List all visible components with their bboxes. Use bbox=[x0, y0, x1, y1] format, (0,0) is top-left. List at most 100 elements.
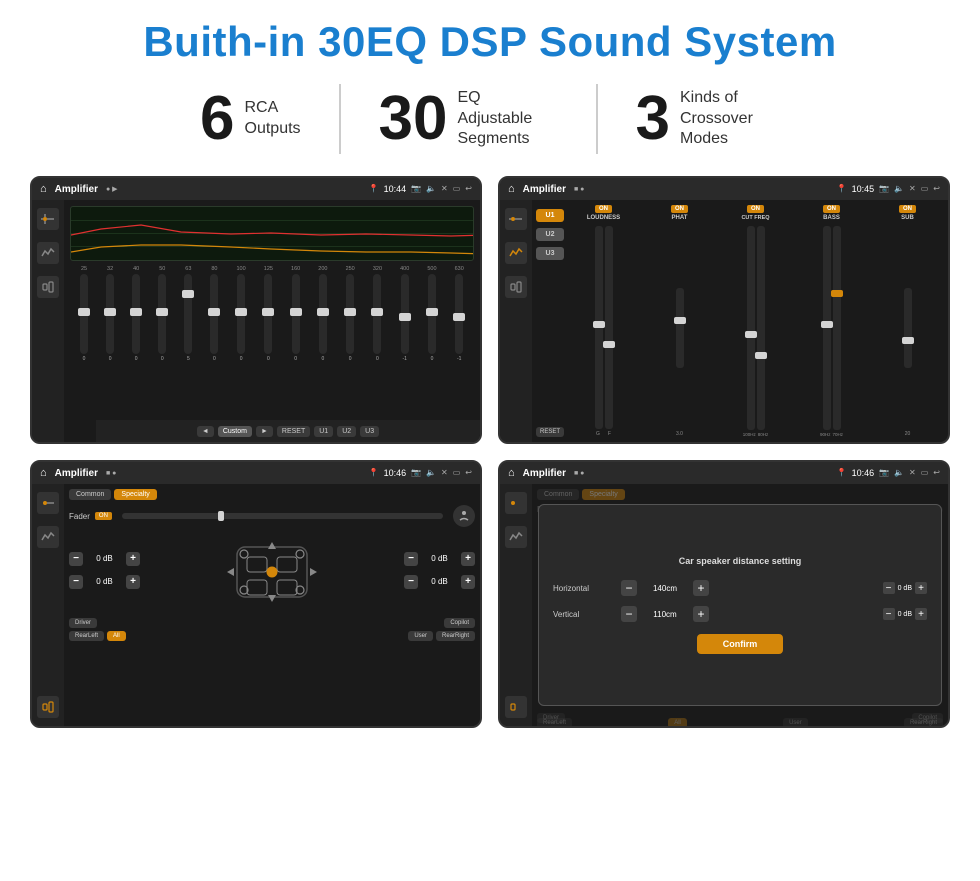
confirm-button[interactable]: Confirm bbox=[697, 634, 784, 654]
cutfreq-slider-f[interactable] bbox=[747, 226, 755, 430]
dist-rearright-btn[interactable]: RearRight bbox=[904, 718, 943, 728]
dist-rearleft-btn[interactable]: RearLeft bbox=[537, 718, 572, 728]
left-vol1-plus[interactable]: + bbox=[126, 552, 140, 566]
eq-u2-btn[interactable]: U2 bbox=[337, 426, 356, 437]
eq-thumb-100[interactable] bbox=[235, 308, 247, 316]
fader-driver-btn[interactable]: Driver bbox=[69, 618, 97, 628]
right-vol2-minus[interactable]: − bbox=[404, 575, 418, 589]
eq-track-400[interactable] bbox=[401, 274, 409, 354]
fader-all-btn[interactable]: All bbox=[107, 631, 126, 641]
eq-track-320[interactable] bbox=[373, 274, 381, 354]
eq-custom-btn[interactable]: Custom bbox=[218, 426, 252, 437]
loudness-slider-g[interactable] bbox=[595, 226, 603, 429]
right-vol1-minus[interactable]: − bbox=[404, 552, 418, 566]
fader-rearright-btn[interactable]: RearRight bbox=[436, 631, 475, 641]
distance-icon-1[interactable] bbox=[505, 492, 527, 514]
home-icon[interactable]: ⌂ bbox=[40, 183, 47, 195]
crossover-icon-2[interactable] bbox=[505, 242, 527, 264]
eq-track-500[interactable] bbox=[428, 274, 436, 354]
right-vol1-minus-small[interactable]: − bbox=[883, 582, 895, 594]
crossover-home-icon[interactable]: ⌂ bbox=[508, 183, 515, 195]
distance-tab-common[interactable]: Common bbox=[537, 489, 579, 500]
eq-u1-btn[interactable]: U1 bbox=[314, 426, 333, 437]
distance-icon-2[interactable] bbox=[505, 526, 527, 548]
eq-thumb-400[interactable] bbox=[399, 313, 411, 321]
eq-track-80[interactable] bbox=[210, 274, 218, 354]
fader-tab-common[interactable]: Common bbox=[69, 489, 111, 500]
left-vol2-plus[interactable]: + bbox=[126, 575, 140, 589]
bass-thumb-g[interactable] bbox=[831, 290, 843, 297]
eq-thumb-500[interactable] bbox=[426, 308, 438, 316]
loudness-on[interactable]: ON bbox=[595, 205, 612, 213]
eq-track-100[interactable] bbox=[237, 274, 245, 354]
fader-icon-1[interactable] bbox=[37, 492, 59, 514]
vertical-minus-btn[interactable]: − bbox=[621, 606, 637, 622]
eq-icon-3[interactable] bbox=[37, 276, 59, 298]
left-vol1-minus[interactable]: − bbox=[69, 552, 83, 566]
eq-prev-btn[interactable]: ◄ bbox=[197, 426, 214, 437]
crossover-reset-btn[interactable]: RESET bbox=[536, 427, 564, 437]
eq-icon-2[interactable] bbox=[37, 242, 59, 264]
distance-home-icon[interactable]: ⌂ bbox=[508, 467, 515, 479]
eq-track-630[interactable] bbox=[455, 274, 463, 354]
eq-u3-btn[interactable]: U3 bbox=[360, 426, 379, 437]
right-vol1-plus-small[interactable]: + bbox=[915, 582, 927, 594]
cutfreq-thumb-f[interactable] bbox=[745, 331, 757, 338]
dist-all-btn[interactable]: All bbox=[668, 718, 687, 728]
fader-home-icon[interactable]: ⌂ bbox=[40, 467, 47, 479]
eq-reset-btn[interactable]: RESET bbox=[277, 426, 310, 437]
eq-track-63[interactable] bbox=[184, 274, 192, 354]
eq-thumb-160[interactable] bbox=[290, 308, 302, 316]
loudness-thumb-f[interactable] bbox=[603, 341, 615, 348]
left-vol2-minus[interactable]: − bbox=[69, 575, 83, 589]
eq-thumb-630[interactable] bbox=[453, 313, 465, 321]
fader-slider[interactable] bbox=[122, 513, 443, 519]
right-vol2-minus-small[interactable]: − bbox=[883, 608, 895, 620]
eq-track-40[interactable] bbox=[132, 274, 140, 354]
eq-thumb-50[interactable] bbox=[156, 308, 168, 316]
cutfreq-slider-g[interactable] bbox=[757, 226, 765, 430]
fader-icon-3[interactable] bbox=[37, 696, 59, 718]
vertical-plus-btn[interactable]: + bbox=[693, 606, 709, 622]
bass-thumb-f[interactable] bbox=[821, 321, 833, 328]
crossover-u2-btn[interactable]: U2 bbox=[536, 228, 564, 241]
fader-tab-specialty[interactable]: Specialty bbox=[114, 489, 156, 500]
eq-thumb-80[interactable] bbox=[208, 308, 220, 316]
eq-thumb-32[interactable] bbox=[104, 308, 116, 316]
crossover-u1-btn[interactable]: U1 bbox=[536, 209, 564, 222]
sub-slider[interactable] bbox=[904, 288, 912, 368]
eq-thumb-320[interactable] bbox=[371, 308, 383, 316]
cutfreq-on[interactable]: ON bbox=[747, 205, 764, 213]
fader-icon-2[interactable] bbox=[37, 526, 59, 548]
eq-track-50[interactable] bbox=[158, 274, 166, 354]
bass-slider-f[interactable] bbox=[823, 226, 831, 430]
phat-slider[interactable] bbox=[676, 288, 684, 368]
bass-on[interactable]: ON bbox=[823, 205, 840, 213]
eq-thumb-125[interactable] bbox=[262, 308, 274, 316]
eq-track-250[interactable] bbox=[346, 274, 354, 354]
eq-next-btn[interactable]: ► bbox=[256, 426, 273, 437]
distance-tab-specialty[interactable]: Specialty bbox=[582, 489, 624, 500]
eq-thumb-40[interactable] bbox=[130, 308, 142, 316]
eq-track-160[interactable] bbox=[292, 274, 300, 354]
bass-slider-g[interactable] bbox=[833, 226, 841, 430]
eq-track-125[interactable] bbox=[264, 274, 272, 354]
eq-icon-1[interactable] bbox=[37, 208, 59, 230]
right-vol2-plus-small[interactable]: + bbox=[915, 608, 927, 620]
crossover-icon-3[interactable] bbox=[505, 276, 527, 298]
eq-thumb-200[interactable] bbox=[317, 308, 329, 316]
fader-slider-thumb[interactable] bbox=[218, 511, 224, 521]
eq-thumb-25[interactable] bbox=[78, 308, 90, 316]
sub-thumb[interactable] bbox=[902, 337, 914, 344]
eq-thumb-63[interactable] bbox=[182, 290, 194, 298]
phat-on[interactable]: ON bbox=[671, 205, 688, 213]
right-vol2-plus[interactable]: + bbox=[461, 575, 475, 589]
eq-track-25[interactable] bbox=[80, 274, 88, 354]
right-vol1-plus[interactable]: + bbox=[461, 552, 475, 566]
fader-person-icon[interactable] bbox=[453, 505, 475, 527]
crossover-u3-btn[interactable]: U3 bbox=[536, 247, 564, 260]
eq-thumb-250[interactable] bbox=[344, 308, 356, 316]
eq-track-200[interactable] bbox=[319, 274, 327, 354]
fader-on-badge[interactable]: ON bbox=[95, 512, 112, 520]
phat-thumb[interactable] bbox=[674, 317, 686, 324]
